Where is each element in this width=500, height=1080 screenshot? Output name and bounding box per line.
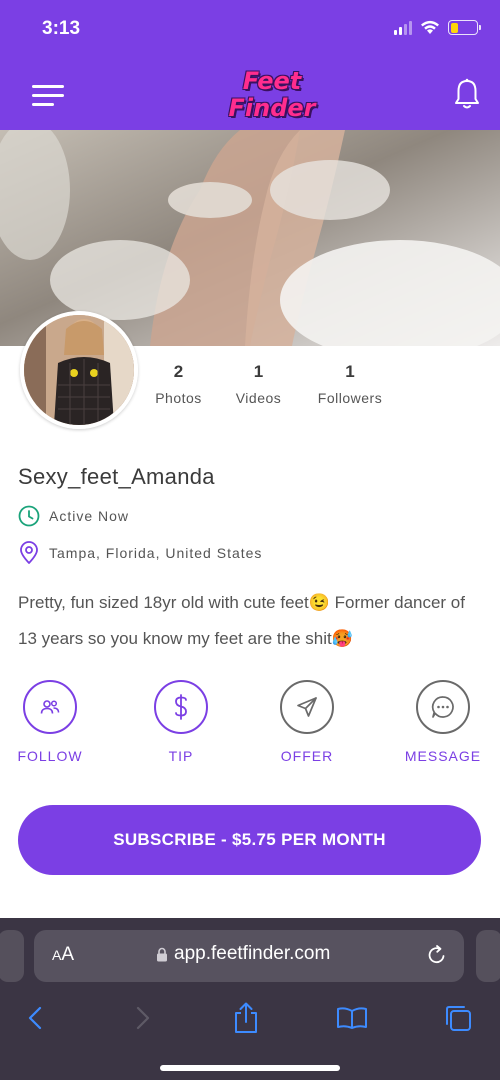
cellular-signal-icon <box>394 20 412 35</box>
clock-icon <box>18 505 40 527</box>
url-display: app.feetfinder.com <box>156 943 330 965</box>
status-time: 3:13 <box>42 18 81 39</box>
chevron-left-icon <box>28 1006 42 1030</box>
battery-icon <box>448 20 481 35</box>
chevron-right-icon <box>136 1006 150 1030</box>
status-bar: 3:13 <box>0 0 500 60</box>
active-status: Active Now <box>18 505 129 527</box>
offer-label: OFFER <box>280 748 334 764</box>
feetfinder-logo[interactable]: Feet Finder <box>226 66 318 126</box>
tabs-icon <box>446 1006 471 1031</box>
profile-actions: FOLLOW TIP OFFER MESSAGE <box>0 680 500 770</box>
offer-circle <box>280 680 334 734</box>
stat-videos[interactable]: 1 Videos <box>230 362 287 406</box>
url-text: app.feetfinder.com <box>174 943 331 964</box>
offer-button[interactable]: OFFER <box>271 680 343 764</box>
app-header: Feet Finder <box>0 60 500 130</box>
browser-chrome: AA app.feetfinder.com <box>0 918 500 1080</box>
text-size-button[interactable]: AA <box>52 944 74 966</box>
previous-tab-preview[interactable] <box>0 930 24 982</box>
follow-button[interactable]: FOLLOW <box>14 680 86 764</box>
tip-circle <box>154 680 208 734</box>
dollar-icon <box>175 694 187 720</box>
users-icon <box>40 700 60 714</box>
next-tab-preview[interactable] <box>476 930 500 982</box>
stat-videos-label: Videos <box>235 390 282 406</box>
message-label: MESSAGE <box>404 748 482 764</box>
share-button[interactable] <box>226 998 266 1038</box>
location-text: Tampa, Florida, United States <box>49 545 263 561</box>
stat-followers[interactable]: 1 Followers <box>310 362 390 406</box>
logo-line-2: Finder <box>228 94 316 122</box>
stat-photos[interactable]: 2 Photos <box>150 362 207 406</box>
share-icon <box>235 1002 257 1033</box>
stat-videos-count: 1 <box>253 362 264 381</box>
logo-line-1: Feet <box>242 67 302 95</box>
tip-label: TIP <box>168 748 194 764</box>
bookmarks-button[interactable] <box>332 998 372 1038</box>
status-icons <box>394 20 481 35</box>
chat-bubble-icon <box>431 696 454 718</box>
back-button[interactable] <box>15 998 55 1038</box>
profile-username: Sexy_feet_Amanda <box>18 464 215 489</box>
profile-avatar[interactable] <box>20 311 138 429</box>
bell-icon[interactable] <box>454 78 480 110</box>
address-bar[interactable]: AA app.feetfinder.com <box>34 930 464 982</box>
battery-level <box>450 22 458 33</box>
stat-photos-count: 2 <box>173 362 184 381</box>
book-icon <box>337 1007 367 1029</box>
profile-stats: 2 Photos 1 Videos 1 Followers <box>150 362 390 406</box>
tip-button[interactable]: TIP <box>145 680 217 764</box>
message-circle <box>416 680 470 734</box>
forward-button[interactable] <box>123 998 163 1038</box>
stat-followers-count: 1 <box>345 362 355 381</box>
follow-label: FOLLOW <box>17 748 83 764</box>
stat-followers-label: Followers <box>317 390 383 406</box>
location-pin-icon <box>20 541 38 564</box>
wifi-icon <box>421 20 439 34</box>
text-size-small: A <box>52 947 62 963</box>
stat-photos-label: Photos <box>155 390 202 406</box>
hamburger-icon[interactable] <box>32 85 64 107</box>
location: Tampa, Florida, United States <box>18 541 262 565</box>
lock-icon <box>157 947 167 961</box>
tabs-button[interactable] <box>438 998 478 1038</box>
active-status-text: Active Now <box>49 508 130 524</box>
reload-icon[interactable] <box>426 944 448 966</box>
text-size-big: A <box>61 944 75 965</box>
subscribe-button[interactable]: SUBSCRIBE - $5.75 PER MONTH <box>18 805 481 875</box>
message-button[interactable]: MESSAGE <box>398 680 488 764</box>
home-indicator[interactable] <box>160 1065 340 1071</box>
paper-plane-icon <box>297 697 317 717</box>
follow-circle <box>23 680 77 734</box>
profile-bio: Pretty, fun sized 18yr old with cute fee… <box>18 593 465 648</box>
